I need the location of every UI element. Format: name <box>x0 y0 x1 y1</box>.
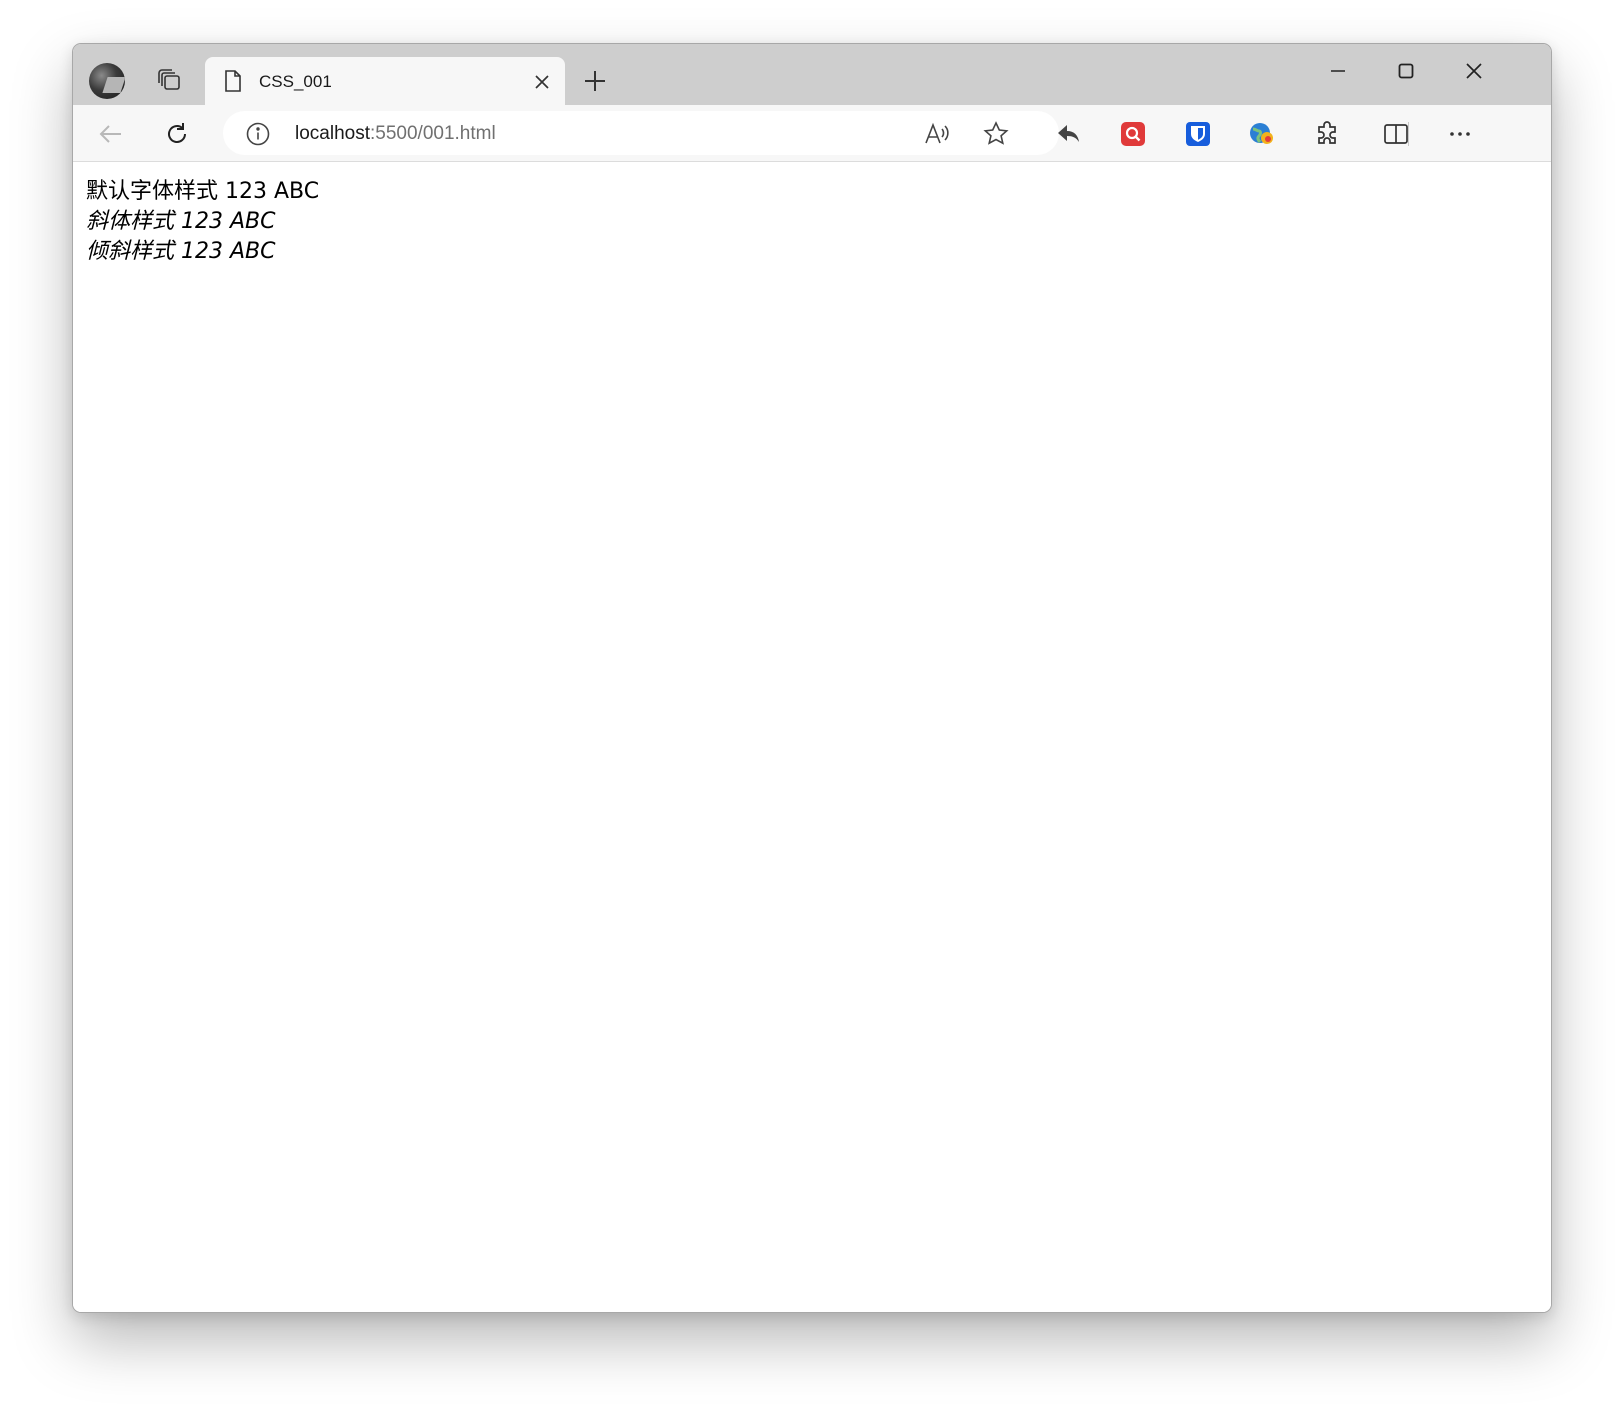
tab-title: CSS_001 <box>259 72 332 91</box>
navigation-toolbar: localhost:5500/001.html <box>73 105 1551 162</box>
url-text[interactable]: localhost:5500/001.html <box>295 123 496 145</box>
search-extension-icon[interactable] <box>1115 116 1151 152</box>
default-font-line: 默认字体样式 123 ABC <box>86 179 320 204</box>
url-host: localhost <box>295 123 370 144</box>
maximize-icon[interactable] <box>1381 54 1431 88</box>
close-tab-icon[interactable] <box>531 71 553 93</box>
title-bar: CSS_001 <box>73 44 1551 105</box>
tab-actions-icon[interactable] <box>153 64 187 98</box>
url-path: :5500/001.html <box>370 123 496 144</box>
back-icon[interactable] <box>93 116 129 152</box>
bitwarden-icon[interactable] <box>1180 116 1216 152</box>
more-menu-icon[interactable] <box>1442 116 1478 152</box>
profile-avatar[interactable] <box>89 63 125 99</box>
minimize-icon[interactable] <box>1313 54 1363 88</box>
read-aloud-icon[interactable] <box>923 120 951 153</box>
close-window-icon[interactable] <box>1449 54 1499 88</box>
tab-active[interactable]: CSS_001 <box>205 57 565 105</box>
browser-window: CSS_001 localhost:5500/001.html 默认字体样式 1… <box>72 43 1552 1313</box>
address-bar[interactable]: localhost:5500/001.html <box>223 111 1059 155</box>
italic-font-line: 斜体样式 123 ABC <box>86 209 276 234</box>
document-icon <box>223 69 243 98</box>
favorite-star-icon[interactable] <box>982 120 1010 153</box>
page-content: 默认字体样式 123 ABC 斜体样式 123 ABC 倾斜样式 123 ABC <box>73 162 1551 1312</box>
oblique-font-line: 倾斜样式 123 ABC <box>86 239 276 264</box>
translate-extension-icon[interactable] <box>1244 116 1280 152</box>
refresh-icon[interactable] <box>159 116 195 152</box>
split-screen-icon[interactable] <box>1378 116 1414 152</box>
reply-icon[interactable] <box>1051 116 1087 152</box>
site-info-icon[interactable] <box>245 121 271 152</box>
new-tab-icon[interactable] <box>578 64 612 98</box>
extensions-puzzle-icon[interactable] <box>1309 116 1345 152</box>
